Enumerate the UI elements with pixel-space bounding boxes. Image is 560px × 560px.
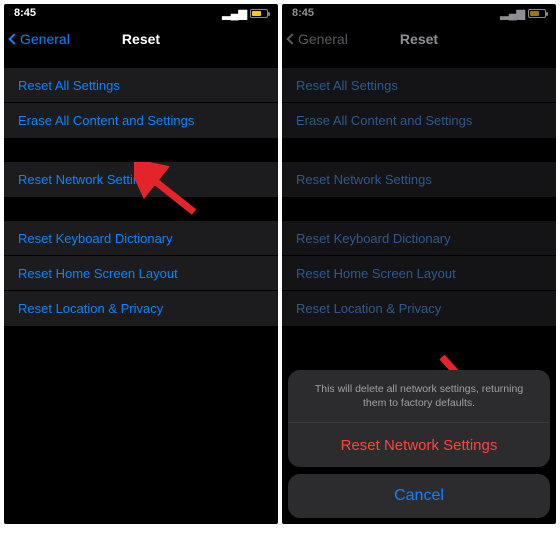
reset-all-settings-row[interactable]: Reset All Settings bbox=[4, 68, 278, 103]
screenshot-right: 8:45 ▂▄▆ General Reset Reset All Setting… bbox=[282, 4, 556, 524]
status-time: 8:45 bbox=[14, 7, 36, 19]
list-group: Reset Network Settings bbox=[282, 162, 556, 197]
nav-title: Reset bbox=[122, 31, 160, 47]
confirm-reset-network-button[interactable]: Reset Network Settings bbox=[288, 423, 550, 467]
screenshot-left: 8:45 ▂▄▆ General Reset Reset All Setting… bbox=[4, 4, 278, 524]
reset-network-settings-row: Reset Network Settings bbox=[282, 162, 556, 197]
status-bar: 8:45 ▂▄▆ bbox=[282, 4, 556, 22]
chevron-left-icon bbox=[8, 33, 19, 44]
nav-bar: General Reset bbox=[282, 22, 556, 56]
list-group: Reset All Settings Erase All Content and… bbox=[282, 68, 556, 138]
signal-icon: ▂▄▆ bbox=[500, 7, 525, 20]
signal-icon: ▂▄▆ bbox=[222, 7, 247, 20]
reset-home-screen-row[interactable]: Reset Home Screen Layout bbox=[4, 256, 278, 291]
reset-location-privacy-row: Reset Location & Privacy bbox=[282, 291, 556, 326]
status-right: ▂▄▆ bbox=[222, 7, 268, 20]
reset-location-privacy-row[interactable]: Reset Location & Privacy bbox=[4, 291, 278, 326]
reset-keyboard-dictionary-row[interactable]: Reset Keyboard Dictionary bbox=[4, 221, 278, 256]
reset-all-settings-row: Reset All Settings bbox=[282, 68, 556, 103]
reset-network-settings-row[interactable]: Reset Network Settings bbox=[4, 162, 278, 197]
status-right: ▂▄▆ bbox=[500, 7, 546, 20]
battery-icon bbox=[528, 9, 546, 18]
reset-list-dimmed: Reset All Settings Erase All Content and… bbox=[282, 68, 556, 326]
status-time: 8:45 bbox=[292, 7, 314, 19]
back-button[interactable]: General bbox=[10, 31, 70, 47]
nav-title: Reset bbox=[400, 31, 438, 47]
erase-all-content-row: Erase All Content and Settings bbox=[282, 103, 556, 138]
reset-list: Reset All Settings Erase All Content and… bbox=[4, 68, 278, 326]
back-button: General bbox=[288, 31, 348, 47]
nav-bar: General Reset bbox=[4, 22, 278, 56]
reset-home-screen-row: Reset Home Screen Layout bbox=[282, 256, 556, 291]
erase-all-content-row[interactable]: Erase All Content and Settings bbox=[4, 103, 278, 138]
chevron-left-icon bbox=[286, 33, 297, 44]
back-label: General bbox=[20, 31, 70, 47]
cancel-button[interactable]: Cancel bbox=[288, 474, 550, 518]
list-group: Reset Keyboard Dictionary Reset Home Scr… bbox=[4, 221, 278, 326]
action-sheet-message: This will delete all network settings, r… bbox=[288, 370, 550, 423]
action-sheet-panel: This will delete all network settings, r… bbox=[288, 370, 550, 467]
back-label: General bbox=[298, 31, 348, 47]
list-group: Reset Network Settings bbox=[4, 162, 278, 197]
list-group: Reset Keyboard Dictionary Reset Home Scr… bbox=[282, 221, 556, 326]
action-sheet: This will delete all network settings, r… bbox=[282, 364, 556, 524]
reset-keyboard-dictionary-row: Reset Keyboard Dictionary bbox=[282, 221, 556, 256]
list-group: Reset All Settings Erase All Content and… bbox=[4, 68, 278, 138]
battery-icon bbox=[250, 9, 268, 18]
status-bar: 8:45 ▂▄▆ bbox=[4, 4, 278, 22]
